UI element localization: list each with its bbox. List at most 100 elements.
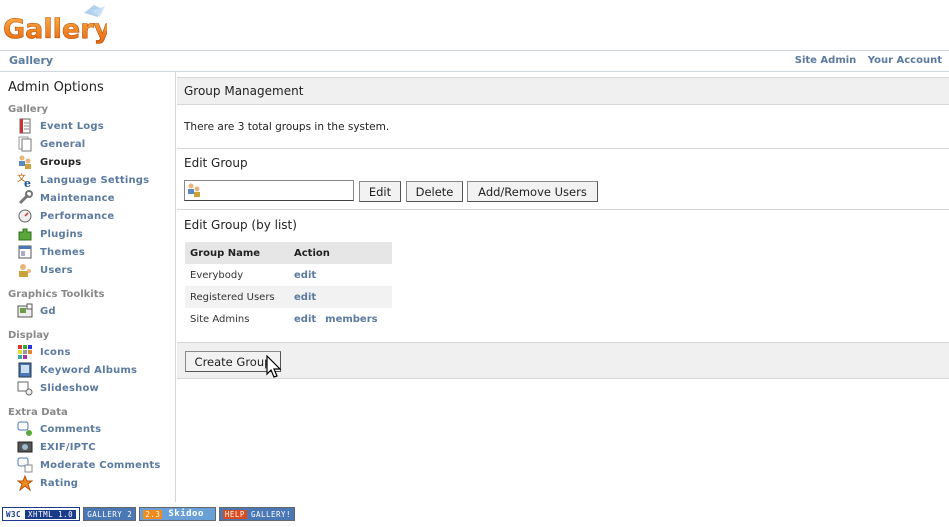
keyword-albums-icon [17, 362, 33, 378]
sidebar-item-users[interactable]: Users [17, 262, 73, 278]
badge-text: GALLERY! [250, 509, 292, 519]
breadcrumb-gallery-link[interactable]: Gallery [9, 54, 53, 67]
sidebar-item-keyword-albums[interactable]: Keyword Albums [17, 362, 137, 378]
sidebar-item-themes[interactable]: Themes [17, 244, 85, 260]
sidebar-item-slideshow[interactable]: Slideshow [17, 380, 99, 396]
group-count-text: There are 3 total groups in the system. [184, 121, 390, 133]
help-gallery-badge[interactable]: HELP GALLERY! [218, 507, 296, 521]
sidebar-item-exif-iptc[interactable]: EXIF/IPTC [17, 439, 96, 455]
skidoo-badge[interactable]: 2.3 Skidoo [139, 507, 216, 521]
sidebar-item-label[interactable]: Groups [40, 157, 81, 168]
sidebar-item-label[interactable]: Keyword Albums [40, 365, 137, 376]
main-content: Group Management There are 3 total group… [177, 72, 949, 382]
page-title: Group Management [184, 84, 304, 98]
column-action: Action [289, 242, 392, 264]
sidebar-group-graphics-toolkits: Graphics Toolkits [8, 289, 105, 300]
sidebar-item-label[interactable]: Rating [40, 478, 78, 489]
language-icon: 文e [17, 172, 33, 190]
group-name-input[interactable] [184, 180, 354, 201]
sidebar-item-moderate-comments[interactable]: Moderate Comments [17, 457, 161, 473]
group-name-cell: Registered Users [185, 286, 289, 308]
sidebar-item-label[interactable]: Comments [40, 424, 101, 435]
badge-help: HELP [222, 509, 247, 519]
event-logs-icon [17, 118, 33, 134]
plugins-icon [17, 226, 33, 242]
general-icon [17, 136, 33, 152]
sidebar-item-gd[interactable]: Gd [17, 303, 56, 319]
sidebar-item-groups[interactable]: Groups [17, 154, 81, 170]
logo-text: Gallery [3, 14, 107, 45]
themes-icon [17, 244, 33, 260]
groups-icon [17, 154, 33, 170]
sidebar-item-label[interactable]: Users [40, 265, 73, 276]
top-links: Site Admin Your Account [787, 55, 942, 66]
header: Gallery [0, 0, 949, 50]
sidebar-item-performance[interactable]: Performance [17, 208, 114, 224]
sidebar-group-gallery: Gallery [8, 104, 49, 115]
sidebar-item-rating[interactable]: Rating [16, 474, 78, 492]
gallery2-badge[interactable]: GALLERY 2 [83, 507, 137, 521]
edit-registered-users-link[interactable]: edit [294, 292, 316, 303]
sidebar-item-label[interactable]: General [40, 139, 85, 150]
sidebar-item-event-logs[interactable]: Event Logs [17, 118, 104, 134]
table-header-row: Group Name Action [185, 242, 392, 264]
sidebar-title: Admin Options [8, 80, 104, 95]
performance-icon [17, 208, 33, 224]
sidebar-item-label[interactable]: Gd [40, 306, 56, 317]
badge-text: GALLERY 2 [87, 509, 133, 519]
badge-version: 2.3 [143, 509, 163, 519]
table-row: Registered Users edit [185, 286, 392, 308]
sidebar-item-label[interactable]: Slideshow [40, 383, 99, 394]
badge-text: Skidoo [168, 509, 204, 519]
sidebar-item-maintenance[interactable]: Maintenance [17, 190, 115, 206]
sidebar-item-label[interactable]: Performance [40, 211, 114, 222]
icons-icon [17, 344, 33, 360]
sidebar-item-label[interactable]: Themes [40, 247, 85, 258]
table-row: Site Admins edit members [185, 308, 392, 330]
mouse-cursor-icon [266, 354, 282, 383]
group-management-header: Group Management [177, 77, 949, 105]
sidebar-item-label[interactable]: Plugins [40, 229, 83, 240]
edit-by-list-title: Edit Group (by list) [184, 218, 297, 232]
svg-text:e: e [24, 177, 31, 188]
exif-icon [17, 439, 33, 455]
sidebar-group-extra-data: Extra Data [8, 407, 68, 418]
sidebar-item-language-settings[interactable]: 文e Language Settings [17, 172, 149, 190]
sidebar-item-label[interactable]: Event Logs [40, 121, 104, 132]
site-admin-link[interactable]: Site Admin [795, 55, 857, 66]
users-icon [17, 262, 33, 278]
sidebar-item-plugins[interactable]: Plugins [17, 226, 83, 242]
gallery-logo[interactable]: Gallery [2, 3, 112, 51]
sidebar-item-label[interactable]: EXIF/IPTC [40, 442, 96, 453]
sidebar-item-label[interactable]: Icons [40, 347, 71, 358]
delete-button[interactable]: Delete [406, 181, 463, 202]
action-cell: edit members [289, 308, 392, 330]
admin-sidebar: Admin Options Gallery Event Logs General… [0, 72, 176, 502]
badge-text: XHTML 1.0 [25, 509, 77, 519]
sidebar-item-general[interactable]: General [17, 136, 85, 152]
edit-site-admins-link[interactable]: edit [294, 314, 316, 325]
comments-icon [17, 421, 33, 437]
w3c-xhtml-badge[interactable]: W3C XHTML 1.0 [2, 507, 81, 521]
table-row: Everybody edit [185, 264, 392, 286]
edit-everybody-link[interactable]: edit [294, 270, 316, 281]
column-group-name: Group Name [185, 242, 289, 264]
add-remove-users-button[interactable]: Add/Remove Users [467, 181, 598, 202]
sidebar-item-comments[interactable]: Comments [17, 421, 101, 437]
create-group-bar: Create Group [177, 342, 949, 379]
group-name-cell: Site Admins [190, 313, 250, 325]
sidebar-item-label[interactable]: Moderate Comments [40, 460, 161, 471]
edit-group-title: Edit Group [184, 156, 248, 170]
edit-button[interactable]: Edit [359, 181, 401, 202]
gd-icon [17, 303, 33, 319]
slideshow-icon [17, 380, 33, 396]
sidebar-item-label[interactable]: Maintenance [40, 193, 115, 204]
your-account-link[interactable]: Your Account [868, 55, 942, 66]
sidebar-item-icons[interactable]: Icons [17, 344, 71, 360]
sidebar-group-display: Display [8, 330, 50, 341]
breadcrumb-bar: Gallery Site Admin Your Account [0, 50, 949, 72]
sidebar-item-label[interactable]: Language Settings [40, 175, 149, 186]
groups-table: Group Name Action Everybody edit Registe… [185, 242, 392, 330]
site-admins-members-link[interactable]: members [325, 314, 377, 325]
group-name-cell: Everybody [190, 269, 244, 281]
